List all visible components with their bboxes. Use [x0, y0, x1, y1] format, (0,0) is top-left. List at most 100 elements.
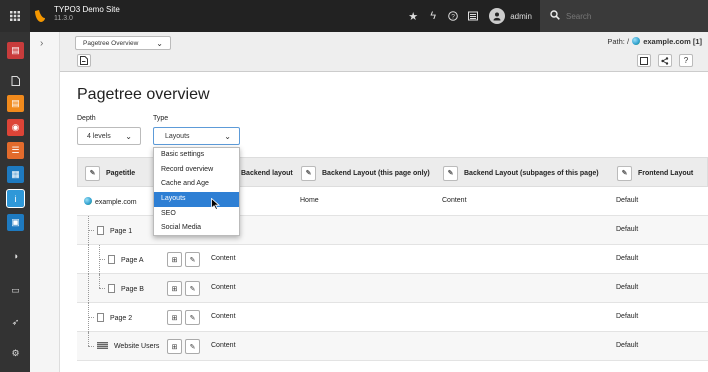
edit-button[interactable]: ✎: [185, 281, 200, 296]
tree-connector: [99, 274, 100, 288]
column-header[interactable]: ✎ Backend Layout (this page only): [301, 158, 430, 188]
version-label: 11.3.0: [54, 15, 73, 22]
settings-gear-icon[interactable]: ⚙: [7, 345, 24, 362]
page-title-cell[interactable]: Page 2: [97, 313, 132, 322]
tree-connector: [88, 274, 89, 303]
column-header[interactable]: ✎ Frontend Layout: [617, 158, 693, 188]
row-title: Website Users: [113, 343, 160, 350]
edit-column-icon[interactable]: ✎: [617, 165, 632, 181]
search-icon: [550, 9, 560, 23]
column-header[interactable]: Backend layout: [241, 158, 293, 188]
top-bar: TYPO3 Demo Site 11.3.0 ★ ϟ ? admin Searc…: [0, 0, 708, 32]
search-placeholder: Search: [566, 11, 592, 21]
page-title-cell[interactable]: Page A: [108, 255, 144, 264]
type-option-selected[interactable]: Layouts: [154, 192, 239, 207]
column-header[interactable]: ✎ Backend Layout (subpages of this page): [443, 158, 599, 188]
edit-column-icon[interactable]: ✎: [85, 165, 100, 181]
site-title: TYPO3 Demo Site: [54, 5, 120, 14]
workspaces-icon[interactable]: ◑: [7, 247, 24, 264]
new-page-button[interactable]: [77, 54, 91, 67]
template-module-icon[interactable]: ▣: [7, 214, 24, 231]
app-menu-icon[interactable]: [0, 0, 30, 32]
edit-button[interactable]: ✎: [185, 310, 200, 325]
flash-clear-cache-icon[interactable]: ϟ: [423, 0, 443, 32]
row-title: Page 1: [109, 228, 133, 235]
tree-connector: [88, 317, 94, 318]
type-dropdown-list: Basic settings Record overview Cache and…: [153, 147, 240, 236]
backend-layout-cell: Content: [211, 255, 236, 262]
depth-select[interactable]: 4 levels ⌄: [77, 127, 141, 145]
doc-header: Pagetree Overview ⌄ Path: / example.com …: [60, 32, 708, 72]
info-module-icon[interactable]: i: [6, 189, 25, 208]
this-page-cell: Home: [300, 197, 319, 204]
table-row: Page 2 ⊞ ✎ Content Default: [77, 303, 708, 332]
avatar: [489, 8, 506, 24]
edit-button[interactable]: ✎: [185, 339, 200, 354]
search-field[interactable]: Search: [540, 0, 708, 32]
tree-connector: [99, 259, 105, 260]
page-title-cell[interactable]: Page 1: [97, 226, 132, 235]
svg-text:?: ?: [451, 13, 455, 20]
typo3-logo-icon[interactable]: [32, 6, 48, 26]
new-content-button[interactable]: ⊞: [167, 252, 182, 267]
tree-connector: [99, 288, 105, 289]
path-label: Path: /: [607, 37, 630, 46]
new-content-button[interactable]: ⊞: [167, 310, 182, 325]
dashboard-module-icon[interactable]: ▤: [7, 42, 24, 59]
folder-icon: [97, 342, 108, 349]
table-row: Page B ⊞ ✎ Content Default: [77, 274, 708, 303]
view-module-icon[interactable]: ◉: [7, 119, 24, 136]
function-select-value: Pagetree Overview: [83, 40, 139, 47]
page-module-icon[interactable]: [7, 72, 24, 89]
type-option[interactable]: SEO: [154, 207, 239, 222]
mouse-cursor-icon: [211, 197, 221, 213]
chevron-down-icon: ⌄: [156, 39, 163, 48]
type-option[interactable]: Record overview: [154, 163, 239, 178]
breadcrumb: Path: / example.com [1]: [607, 37, 702, 46]
bookmark-star-icon[interactable]: ★: [403, 0, 423, 32]
new-content-button[interactable]: ⊞: [167, 339, 182, 354]
username: admin: [510, 11, 532, 21]
frontend-cell: Default: [616, 313, 639, 320]
page-title-cell[interactable]: Page B: [108, 284, 144, 293]
type-select-value: Layouts: [165, 133, 190, 140]
column-label: Backend layout: [241, 169, 293, 177]
page-icon: [108, 255, 115, 264]
column-label: Backend Layout (subpages of this page): [464, 169, 599, 177]
globe-icon: [84, 197, 92, 205]
page-icon: [97, 226, 104, 235]
row-title: Page B: [120, 286, 144, 293]
forms-module-icon[interactable]: ▦: [7, 166, 24, 183]
subpages-cell: Content: [442, 197, 467, 204]
share-button[interactable]: [658, 54, 672, 67]
page-tree-toggle[interactable]: ›: [30, 32, 60, 372]
path-page[interactable]: example.com [1]: [643, 37, 702, 46]
shortcut-button[interactable]: [637, 54, 651, 67]
page-title-cell[interactable]: example.com: [83, 197, 137, 206]
type-option[interactable]: Basic settings: [154, 148, 239, 163]
type-select[interactable]: Layouts ⌄: [153, 127, 240, 145]
web-page-icon[interactable]: ▤: [7, 95, 24, 112]
extension-rocket-icon[interactable]: ➶: [7, 314, 24, 331]
type-option[interactable]: Cache and Age: [154, 177, 239, 192]
column-header[interactable]: ✎ Pagetitle: [85, 158, 135, 188]
filelist-icon[interactable]: ▭: [7, 282, 24, 299]
frontend-cell: Default: [616, 197, 639, 204]
new-content-button[interactable]: ⊞: [167, 281, 182, 296]
help-button[interactable]: ?: [679, 54, 693, 67]
list-module-icon[interactable]: ☰: [7, 142, 24, 159]
user-menu[interactable]: admin: [483, 8, 540, 24]
backend-layout-cell: Content: [211, 342, 236, 349]
help-icon[interactable]: ?: [443, 0, 463, 32]
edit-column-icon[interactable]: ✎: [443, 165, 458, 181]
edit-column-icon[interactable]: ✎: [301, 165, 316, 181]
type-option[interactable]: Social Media: [154, 221, 239, 236]
edit-button[interactable]: ✎: [185, 252, 200, 267]
function-select[interactable]: Pagetree Overview ⌄: [75, 36, 171, 50]
module-menu: ▤ ▤ ◉ ☰ ▦ i ▣ ◑ ▭ ➶ ⚙: [0, 32, 30, 372]
tree-connector: [88, 230, 94, 231]
table-row: Website Users ⊞ ✎ Content Default: [77, 332, 708, 361]
system-info-icon[interactable]: [463, 0, 483, 32]
page-title-cell[interactable]: Website Users: [97, 342, 159, 350]
backend-layout-cell: Content: [211, 313, 236, 320]
